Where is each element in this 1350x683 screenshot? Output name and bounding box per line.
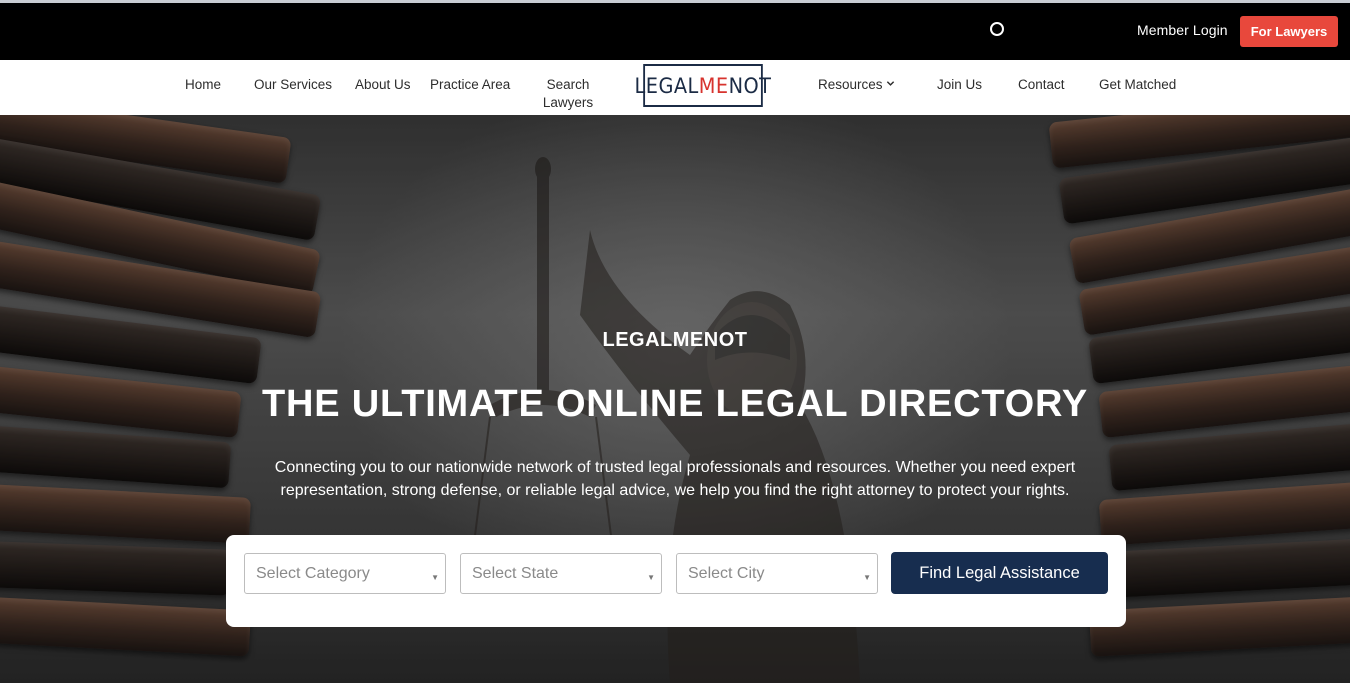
spinner-icon: [990, 22, 1004, 36]
state-select-value: Select State: [472, 565, 559, 582]
find-legal-assistance-button[interactable]: Find Legal Assistance: [891, 552, 1108, 594]
main-navigation: Home Our Services About Us Practice Area…: [0, 60, 1350, 115]
logo-text-not: NOT: [728, 73, 772, 98]
hero-subtext: Connecting you to our nationwide network…: [274, 459, 1076, 499]
category-select-value: Select Category: [256, 565, 370, 582]
for-lawyers-button[interactable]: For Lawyers: [1240, 16, 1338, 47]
state-select[interactable]: Select State ▼: [460, 553, 662, 594]
hero-eyebrow: LEGALMENOT: [602, 329, 748, 351]
nav-search-lawyers[interactable]: Search Lawyers: [537, 76, 599, 112]
logo-text-me: ME: [698, 73, 729, 98]
city-select[interactable]: Select City ▼: [676, 553, 878, 594]
nav-about-us[interactable]: About Us: [355, 76, 411, 94]
caret-down-icon: ▼: [431, 573, 439, 582]
nav-practice-area[interactable]: Practice Area: [430, 76, 510, 94]
nav-resources[interactable]: Resources: [818, 76, 895, 94]
chevron-down-icon: [887, 81, 895, 86]
hero-headline: THE ULTIMATE ONLINE LEGAL DIRECTORY: [262, 383, 1088, 425]
hero-section: LEGALMENOT THE ULTIMATE ONLINE LEGAL DIR…: [0, 115, 1350, 683]
site-logo[interactable]: LEGAL ME NOT: [635, 64, 771, 107]
category-select[interactable]: Select Category ▼: [244, 553, 446, 594]
nav-our-services[interactable]: Our Services: [254, 76, 332, 94]
nav-contact[interactable]: Contact: [1018, 76, 1065, 94]
nav-join-us[interactable]: Join Us: [937, 76, 982, 94]
nav-home[interactable]: Home: [185, 76, 221, 94]
nav-search-lawyers-line2: Lawyers: [542, 95, 594, 110]
nav-search-lawyers-line1: Search: [546, 77, 590, 92]
nav-resources-label: Resources: [818, 77, 883, 92]
caret-down-icon: ▼: [863, 573, 871, 582]
city-select-value: Select City: [688, 565, 765, 582]
logo-text-legal: LEGAL: [634, 73, 699, 98]
top-utility-bar: Member Login For Lawyers: [0, 0, 1350, 60]
caret-down-icon: ▼: [647, 573, 655, 582]
member-login-link[interactable]: Member Login: [1137, 22, 1228, 38]
search-panel: Select Category ▼ Select State ▼ Select …: [226, 535, 1126, 627]
nav-get-matched[interactable]: Get Matched: [1099, 76, 1176, 94]
